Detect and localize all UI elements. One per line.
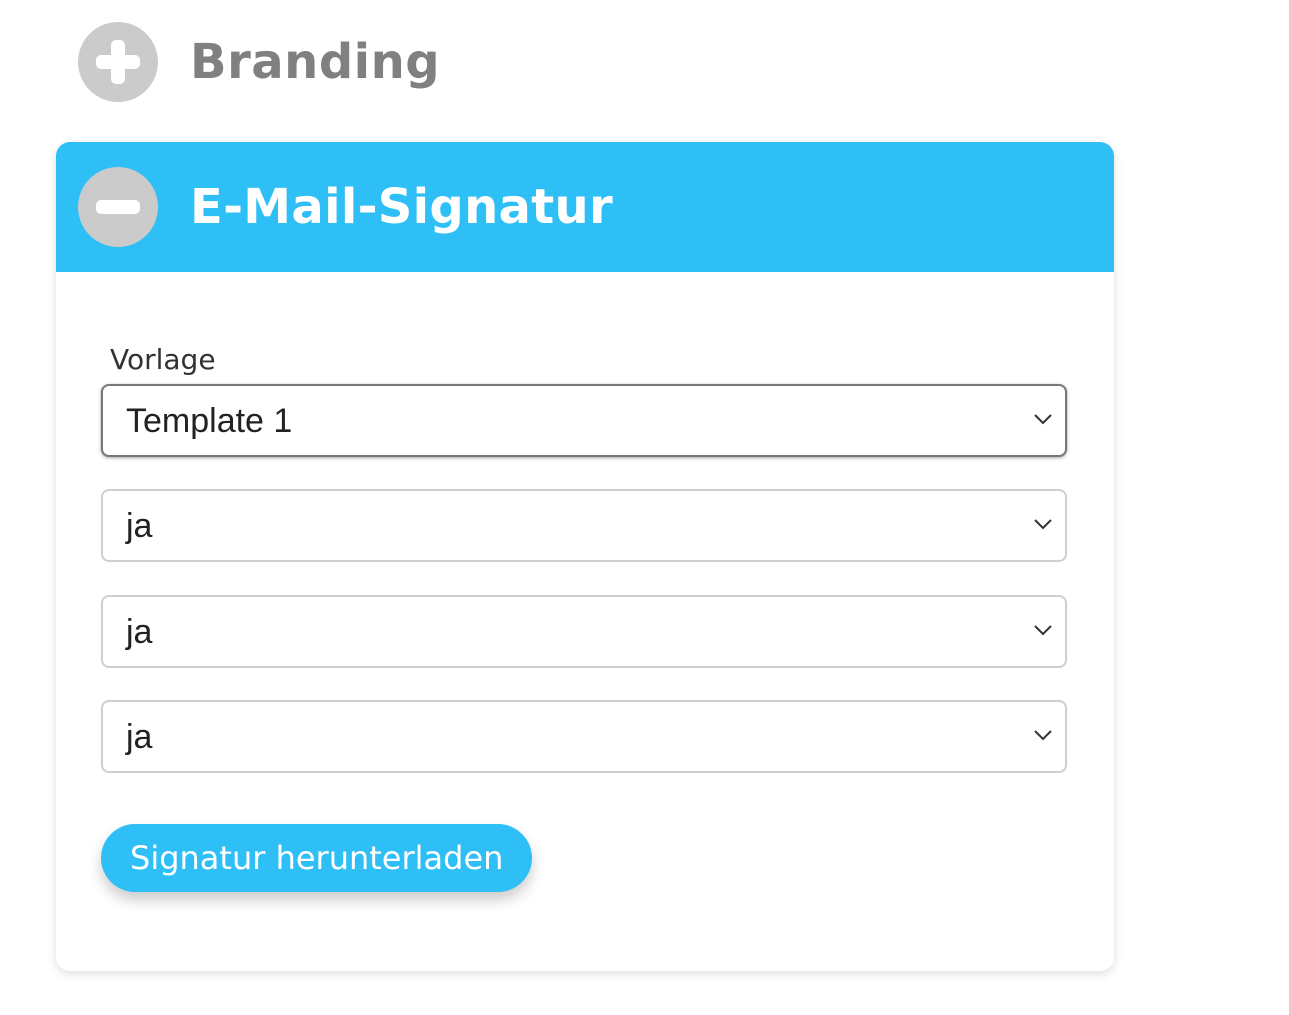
template-label: Vorlage xyxy=(110,343,216,376)
option-select-1[interactable]: ja xyxy=(101,489,1067,562)
download-signature-button[interactable]: Signatur herunterladen xyxy=(101,824,533,892)
option-select-2[interactable]: ja xyxy=(101,595,1067,668)
email-signature-title[interactable]: E-Mail-Signatur xyxy=(190,183,613,231)
chevron-down-icon xyxy=(1034,413,1052,424)
minus-icon-bar xyxy=(96,200,140,214)
option-select-3[interactable]: ja xyxy=(101,700,1067,773)
branding-title[interactable]: Branding xyxy=(190,38,440,86)
template-select-value: Template 1 xyxy=(126,401,293,440)
chevron-down-icon xyxy=(1034,624,1052,635)
option-select-1-value: ja xyxy=(126,506,153,545)
email-signature-header[interactable]: E-Mail-Signatur xyxy=(56,142,1114,272)
plus-circle-icon[interactable] xyxy=(78,22,158,102)
plus-icon-bar-vertical xyxy=(111,40,125,84)
chevron-down-icon xyxy=(1034,518,1052,529)
minus-circle-icon[interactable] xyxy=(78,167,158,247)
option-select-3-value: ja xyxy=(126,717,153,756)
chevron-down-icon xyxy=(1034,729,1052,740)
option-select-2-value: ja xyxy=(126,612,153,651)
email-signature-card: E-Mail-Signatur Vorlage Template 1 ja ja… xyxy=(56,142,1114,971)
branding-section-toggle[interactable]: Branding xyxy=(78,22,440,102)
template-select[interactable]: Template 1 xyxy=(101,384,1067,457)
